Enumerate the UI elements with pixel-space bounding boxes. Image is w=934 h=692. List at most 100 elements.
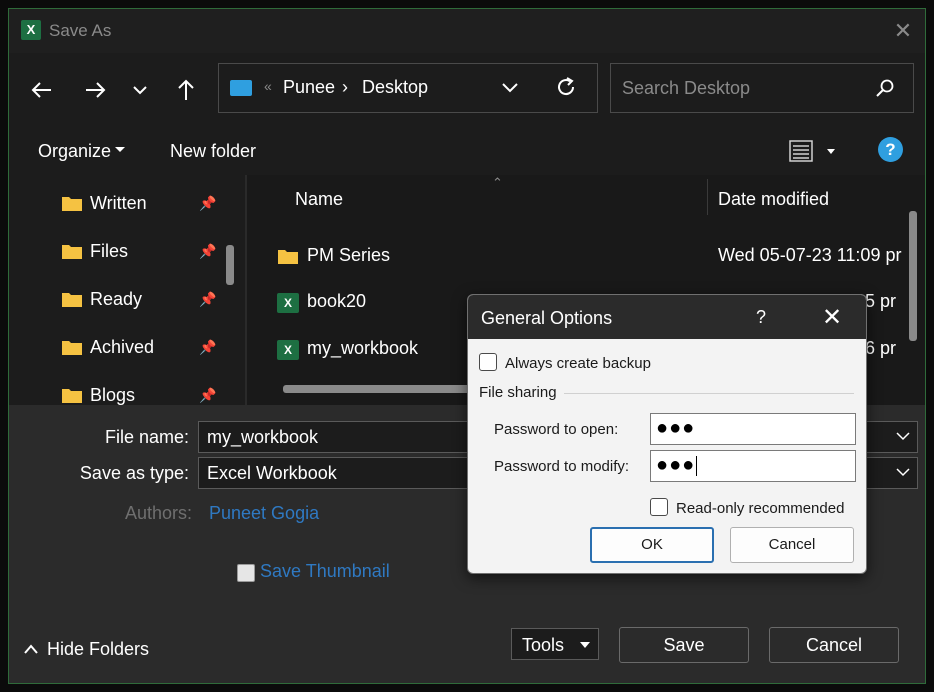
always-backup-label[interactable]: Always create backup — [505, 355, 651, 372]
new-folder-button[interactable]: New folder — [170, 141, 256, 162]
ok-button[interactable]: OK — [590, 527, 714, 563]
file-name-label: File name: — [104, 427, 189, 447]
up-button[interactable] — [169, 73, 203, 107]
caret-down-icon — [115, 147, 125, 152]
sidebar-item-files[interactable]: Files 📌 — [61, 229, 231, 269]
tools-label: Tools — [522, 635, 565, 655]
file-list-horizontal-scrollbar[interactable] — [283, 385, 483, 393]
organize-button[interactable]: Organize — [38, 141, 111, 162]
cancel-button[interactable]: Cancel — [769, 627, 899, 663]
hide-folders-label: Hide Folders — [47, 639, 150, 659]
breadcrumb-separator[interactable]: › — [342, 77, 348, 98]
desktop-icon — [230, 80, 252, 96]
file-name-value[interactable]: my_workbook — [207, 427, 318, 448]
forward-button[interactable] — [78, 73, 112, 107]
dialog-close-icon[interactable]: ✕ — [822, 303, 842, 332]
dialog-title: General Options — [481, 308, 613, 328]
password-open-field[interactable]: ●●● — [650, 413, 856, 445]
file-row-pm-series[interactable]: PM Series Wed 05-07-23 11:09 pr — [247, 233, 907, 277]
read-only-checkbox[interactable] — [650, 498, 668, 516]
save-button[interactable]: Save — [619, 627, 749, 663]
command-toolbar: Organize New folder ? — [9, 127, 925, 175]
breadcrumb-desktop[interactable]: Desktop — [362, 77, 428, 98]
title-bar: X Save As ✕ — [9, 9, 925, 53]
arrow-up-icon — [178, 79, 194, 100]
chevron-down-icon — [133, 86, 147, 95]
always-backup-checkbox[interactable] — [479, 353, 497, 371]
arrow-right-icon — [86, 82, 106, 98]
pin-icon[interactable]: 📌 — [199, 339, 216, 356]
save-as-window: X Save As ✕ « Punee › Desktop Search Des… — [8, 8, 926, 684]
file-name: PM Series — [307, 245, 391, 265]
chevron-down-icon — [502, 83, 518, 93]
save-type-label: Save as type: — [79, 463, 189, 483]
file-date: Wed 05-07-23 11:09 pr — [718, 245, 902, 265]
save-thumbnail-checkbox[interactable] — [237, 564, 255, 582]
chevron-down-icon — [896, 432, 910, 441]
search-icon[interactable] — [875, 78, 895, 103]
password-modify-label: Password to modify: — [494, 458, 630, 475]
general-options-dialog: General Options ? ✕ Always create backup… — [467, 294, 867, 574]
file-name: my_workbook — [307, 338, 419, 358]
arrow-left-icon — [31, 82, 51, 98]
column-divider[interactable] — [707, 179, 708, 215]
sidebar-item-label: Achived — [90, 337, 155, 357]
excel-file-icon: X — [277, 340, 299, 360]
folder-icon — [62, 341, 82, 355]
sidebar-item-label: Ready — [90, 289, 143, 309]
navigation-bar: « Punee › Desktop Search Desktop — [9, 53, 925, 127]
sidebar-item-achived[interactable]: Achived 📌 — [61, 325, 231, 365]
pin-icon[interactable]: 📌 — [199, 387, 216, 404]
address-bar[interactable]: « Punee › Desktop — [218, 63, 598, 113]
back-button[interactable] — [25, 73, 59, 107]
close-icon[interactable]: ✕ — [887, 15, 919, 47]
dialog-title-bar: General Options ? ✕ — [468, 295, 866, 339]
authors-label: Authors: — [124, 503, 192, 523]
sidebar-item-label: Blogs — [90, 385, 136, 405]
folder-icon — [62, 197, 82, 211]
hide-folders-button[interactable]: Hide Folders — [23, 639, 149, 660]
breadcrumb-overflow[interactable]: « — [264, 78, 272, 94]
chevron-down-icon — [896, 468, 910, 477]
excel-file-icon: X — [277, 293, 299, 313]
save-thumbnail-label[interactable]: Save Thumbnail — [260, 561, 390, 582]
column-header-name[interactable]: Name — [295, 189, 343, 229]
file-name: book20 — [307, 291, 367, 311]
pin-icon[interactable]: 📌 — [199, 291, 216, 308]
folder-icon — [62, 389, 82, 403]
tools-dropdown[interactable]: Tools — [511, 628, 599, 660]
password-open-value[interactable]: ●●● — [656, 417, 695, 440]
caret-down-icon — [580, 642, 590, 648]
password-modify-field[interactable]: ●●● — [650, 450, 856, 482]
view-options-button[interactable] — [789, 139, 813, 168]
read-only-label[interactable]: Read-only recommended — [676, 500, 844, 517]
column-header-date[interactable]: Date modified — [718, 189, 829, 229]
file-list-vertical-scrollbar[interactable] — [909, 211, 917, 341]
details-view-icon — [789, 140, 813, 162]
dialog-help-button[interactable]: ? — [756, 307, 766, 328]
file-sharing-heading: File sharing — [479, 384, 557, 401]
search-box[interactable]: Search Desktop — [610, 63, 914, 113]
address-dropdown[interactable] — [501, 78, 519, 101]
password-modify-value[interactable]: ●●● — [656, 454, 697, 477]
authors-value[interactable]: Puneet Gogia — [209, 503, 319, 524]
pin-icon[interactable]: 📌 — [199, 243, 216, 260]
nav-scrollbar[interactable] — [226, 245, 234, 285]
divider — [564, 393, 854, 394]
pin-icon[interactable]: 📌 — [199, 195, 216, 212]
sidebar-item-written[interactable]: Written 📌 — [61, 181, 231, 221]
navigation-pane: Written 📌 Files 📌 Ready 📌 Achived 📌 Blog… — [9, 175, 244, 405]
excel-icon: X — [21, 20, 41, 40]
recent-locations-button[interactable] — [123, 73, 157, 107]
sidebar-item-ready[interactable]: Ready 📌 — [61, 277, 231, 317]
sidebar-item-label: Files — [90, 241, 129, 261]
help-icon[interactable]: ? — [878, 137, 903, 162]
refresh-button[interactable] — [555, 76, 577, 103]
refresh-icon — [558, 77, 575, 96]
dialog-cancel-button[interactable]: Cancel — [730, 527, 854, 563]
search-placeholder[interactable]: Search Desktop — [622, 78, 750, 99]
caret-down-icon[interactable] — [827, 149, 835, 154]
folder-icon — [62, 293, 82, 307]
save-type-value[interactable]: Excel Workbook — [207, 463, 337, 484]
breadcrumb-punee[interactable]: Punee — [283, 77, 335, 98]
